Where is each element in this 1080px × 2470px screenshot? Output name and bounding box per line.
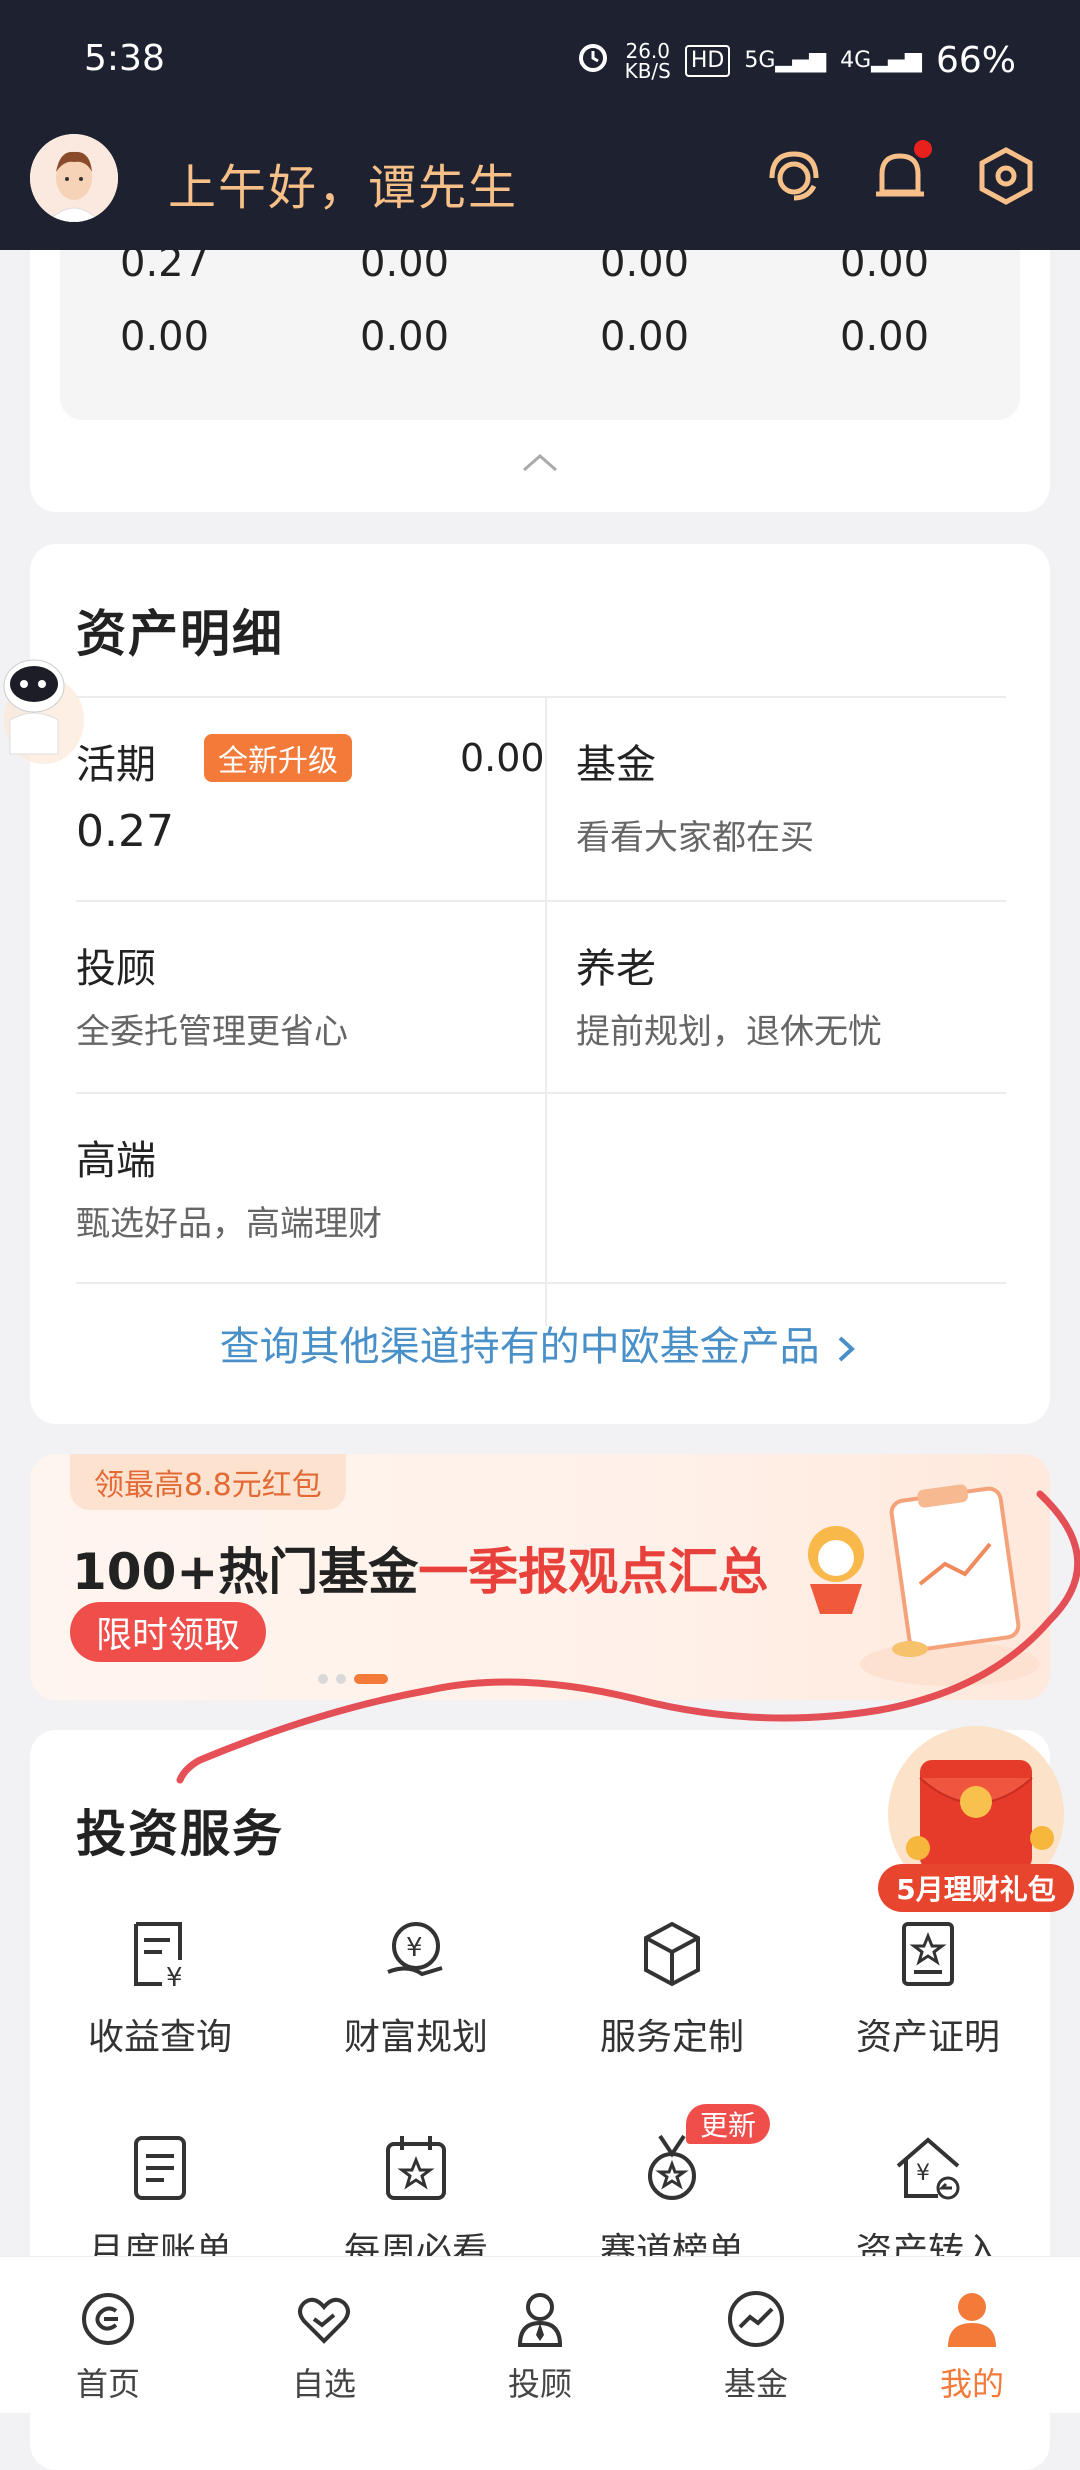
battery-level: 66% [935, 40, 1016, 81]
calendar-star-icon [386, 2136, 446, 2200]
query-other-channels-link[interactable]: 查询其他渠道持有的中欧基金产品 [30, 1314, 1050, 1372]
cell-subtitle: 看看大家都在买 [576, 818, 814, 858]
tab-label: 首页 [75, 2365, 140, 2403]
svg-text:¥: ¥ [916, 2161, 930, 2186]
chevron-up-icon[interactable] [520, 450, 560, 474]
service-label: 服务定制 [599, 2017, 744, 2058]
bell-icon[interactable] [864, 140, 936, 212]
headset-service-icon[interactable] [758, 140, 830, 212]
hd-badge: HD [684, 44, 731, 77]
service-asset-transfer-in[interactable]: ¥ 资产转入 [818, 2130, 1038, 2272]
settings-hex-icon[interactable] [970, 140, 1042, 212]
tab-advisor[interactable]: 投顾 [432, 2257, 648, 2413]
receipt-yen-icon: ¥ [134, 1922, 183, 1992]
fund-cell[interactable]: 基金 看看大家都在买 [576, 696, 1006, 900]
service-income-query[interactable]: ¥ 收益查询 [50, 1916, 270, 2058]
may-gift-package[interactable]: 5月理财礼包 [878, 1718, 1074, 1918]
alarm-icon [575, 38, 611, 83]
tab-home[interactable]: 首页 [0, 2257, 216, 2413]
bottom-tab-bar: 首页 自选 投顾 基金 我的 [0, 2256, 1080, 2413]
service-wealth-plan[interactable]: ¥ 财富规划 [306, 1916, 526, 2058]
service-weekly-picks[interactable]: 每周必看 [306, 2130, 526, 2272]
premium-cell[interactable]: 高端 甄选好品，高端理财 [76, 1092, 544, 1282]
current-value-2: 0.27 [76, 806, 174, 857]
summary-value: 0.00 [120, 314, 210, 360]
advisor-cell[interactable]: 投顾 全委托管理更省心 [76, 900, 544, 1092]
status-time: 5:38 [84, 38, 165, 79]
advisor-icon [517, 2293, 563, 2347]
summary-value: 0.00 [600, 314, 690, 360]
upgrade-badge: 全新升级 [204, 734, 352, 782]
cell-subtitle: 甄选好品，高端理财 [76, 1204, 382, 1244]
certificate-icon [902, 1922, 954, 1986]
cell-subtitle: 提前规划，退休无忧 [576, 1012, 882, 1052]
current-deposit-cell[interactable]: 活期 全新升级 0.00 0.27 [76, 696, 545, 900]
signal-4g: 4G▂▄▆ [840, 48, 922, 73]
cell-title: 投顾 [76, 946, 156, 992]
current-value-1: 0.00 [460, 736, 545, 780]
assets-card: 资产明细 活期 全新升级 0.00 0.27 基金 看看大家都在买 投顾 全委托… [30, 544, 1050, 1424]
service-label: 收益查询 [87, 2017, 232, 2058]
home-icon [82, 2293, 134, 2345]
service-sector-ranking[interactable]: 更新 赛道榜单 [562, 2104, 782, 2272]
cell-subtitle: 全委托管理更省心 [76, 1012, 348, 1052]
signal-5g: 5G▂▄▆ [744, 48, 827, 73]
trend-icon [728, 2291, 784, 2347]
service-label: 资产证明 [855, 2017, 1000, 2058]
app-header: 5:38 26.0 KB/S HD 5G▂▄▆ 4G▂▄▆ 66% 上午好，谭先生 [0, 0, 1080, 250]
document-icon [134, 2136, 186, 2200]
chevron-right-icon [839, 1336, 856, 1362]
greeting-text: 上午好，谭先生 [168, 160, 519, 216]
service-label: 财富规划 [343, 2017, 488, 2058]
service-asset-proof[interactable]: 资产证明 [818, 1916, 1038, 2058]
profile-icon [948, 2293, 996, 2347]
summary-value: 0.00 [360, 314, 450, 360]
svg-text:¥: ¥ [406, 1933, 423, 1963]
service-monthly-bill[interactable]: 月度账单 [50, 2130, 270, 2272]
gift-label: 5月理财礼包 [878, 1864, 1074, 1912]
summary-value: 0.00 [840, 314, 930, 360]
house-yen-icon: ¥ [896, 2137, 960, 2200]
cube-icon [644, 1921, 700, 1987]
tab-mine[interactable]: 我的 [864, 2257, 1080, 2413]
cell-title: 基金 [576, 742, 656, 788]
section-title: 投资服务 [76, 1805, 284, 1863]
status-icons: 26.0 KB/S HD 5G▂▄▆ 4G▂▄▆ 66% [575, 38, 1016, 83]
service-customization[interactable]: 服务定制 [562, 1916, 782, 2058]
tab-watchlist[interactable]: 自选 [216, 2257, 432, 2413]
avatar[interactable] [30, 134, 118, 222]
tab-label: 投顾 [507, 2365, 572, 2403]
pension-cell[interactable]: 养老 提前规划，退休无忧 [576, 900, 1006, 1092]
tab-label: 我的 [939, 2365, 1004, 2403]
net-speed: 26.0 KB/S [624, 38, 671, 83]
update-badge: 更新 [686, 2104, 771, 2144]
cell-title: 养老 [576, 946, 656, 992]
robot-assistant-icon[interactable] [0, 650, 96, 770]
heart-icon [298, 2297, 350, 2344]
svg-text:¥: ¥ [166, 1963, 183, 1992]
tab-label: 基金 [723, 2365, 788, 2403]
tab-fund[interactable]: 基金 [648, 2257, 864, 2413]
money-hand-icon: ¥ [387, 1922, 443, 1977]
cell-title: 高端 [76, 1138, 156, 1184]
section-title: 资产明细 [76, 605, 284, 663]
tab-label: 自选 [291, 2365, 356, 2403]
